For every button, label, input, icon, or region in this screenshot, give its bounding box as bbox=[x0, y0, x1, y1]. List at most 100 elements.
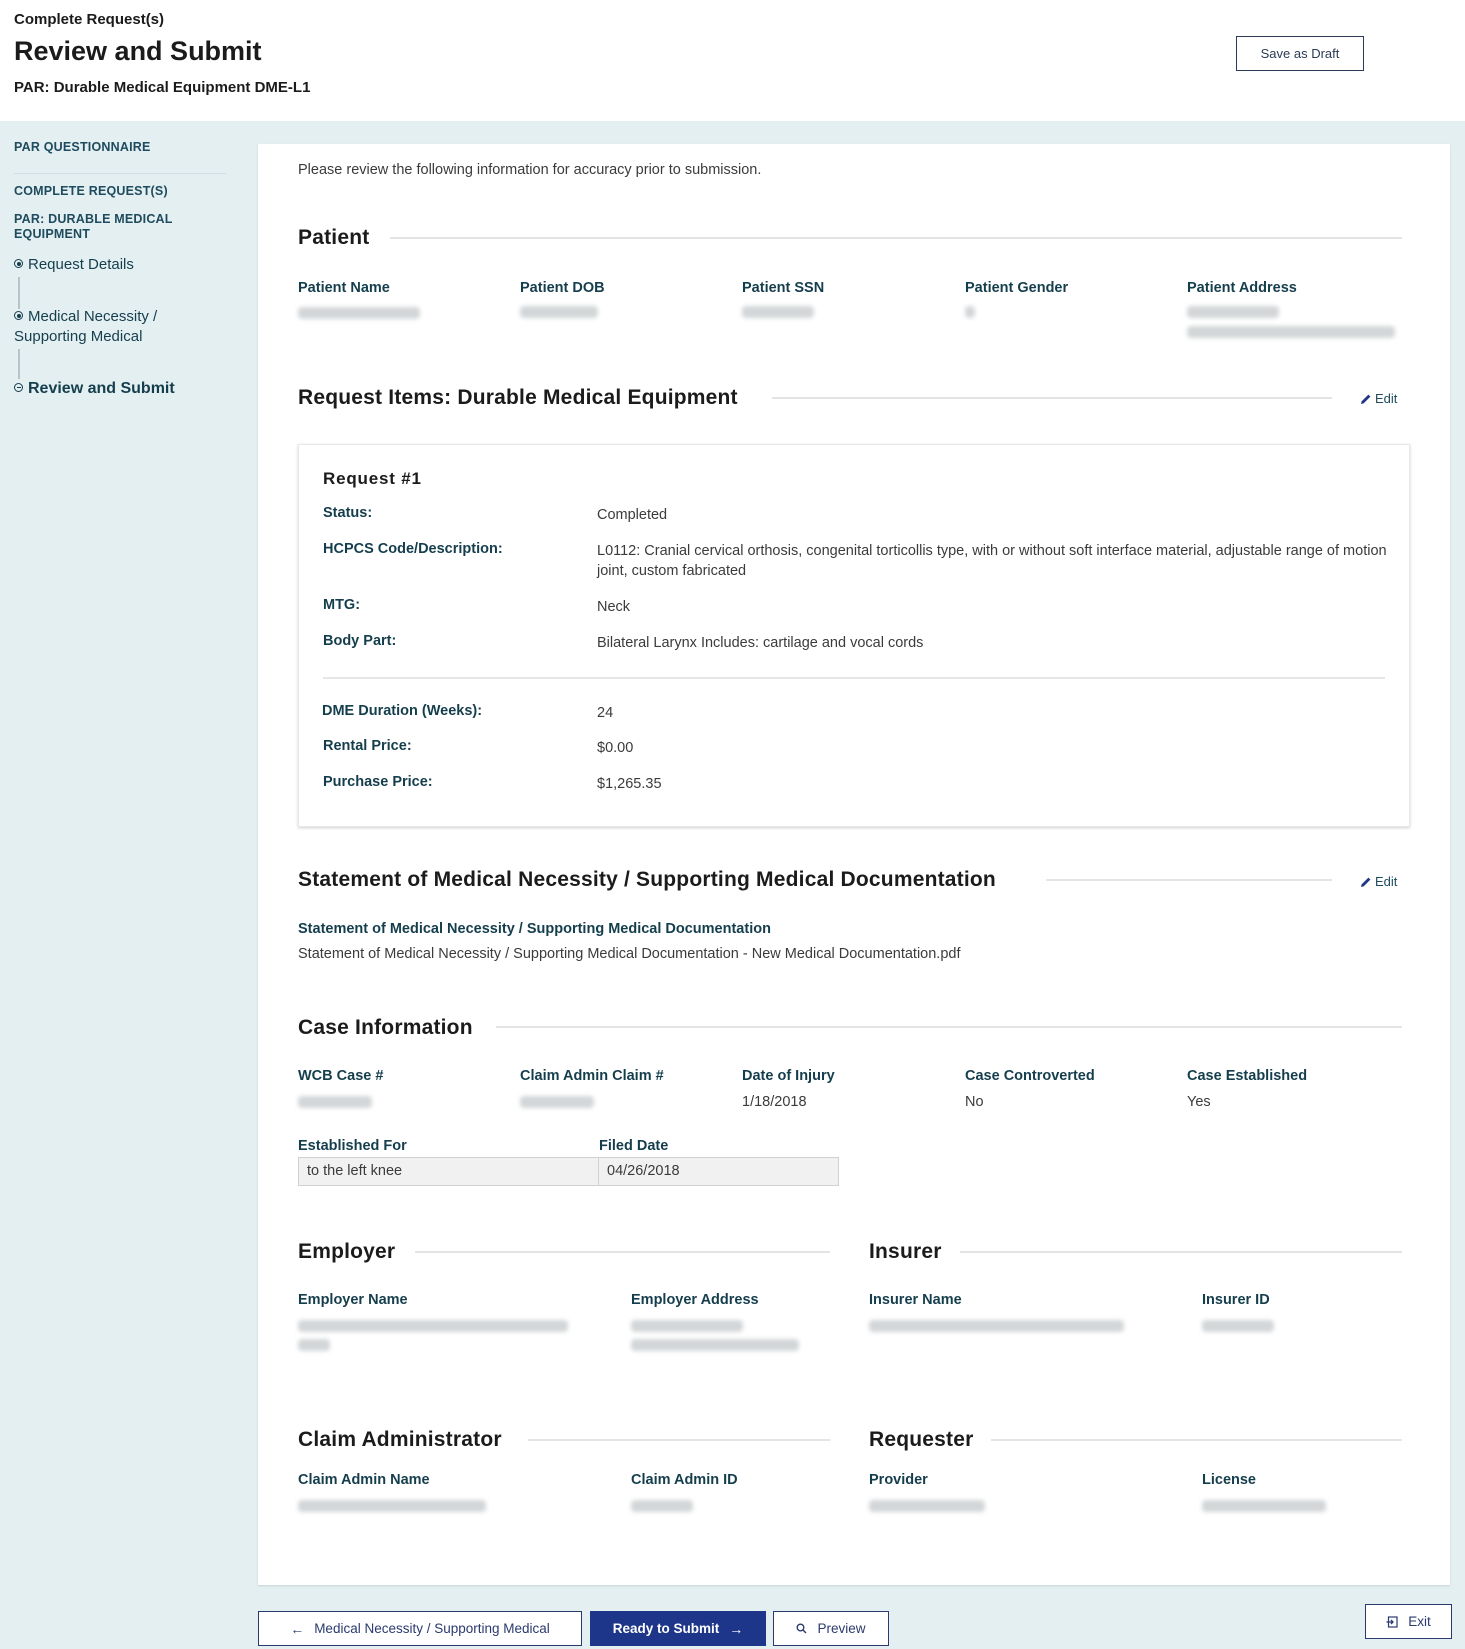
mtg-label: MTG: bbox=[323, 597, 361, 613]
provider-value-redacted bbox=[869, 1500, 985, 1512]
exit-button[interactable]: Exit bbox=[1365, 1604, 1452, 1639]
date-of-injury-label: Date of Injury bbox=[742, 1068, 835, 1084]
mtg-value: Neck bbox=[597, 599, 631, 615]
sidebar-step-medical-necessity[interactable]: Medical Necessity / Supporting Medical bbox=[14, 307, 204, 347]
header-eyebrow: Complete Request(s) bbox=[14, 11, 165, 28]
employer-name-value-redacted bbox=[298, 1339, 330, 1351]
status-label: Status: bbox=[323, 505, 373, 521]
step-label: Medical Necessity / Supporting Medical bbox=[14, 308, 158, 345]
patient-address-label: Patient Address bbox=[1187, 280, 1297, 296]
case-established-value: Yes bbox=[1187, 1094, 1211, 1110]
employer-address-label: Employer Address bbox=[631, 1292, 759, 1308]
insurer-name-value-redacted bbox=[869, 1320, 1124, 1332]
request-title: Request #1 bbox=[323, 469, 422, 488]
save-as-draft-button[interactable]: Save as Draft bbox=[1236, 36, 1364, 71]
filed-date-cell: 04/26/2018 bbox=[598, 1157, 839, 1186]
body-part-value: Bilateral Larynx Includes: cartilage and… bbox=[597, 635, 924, 651]
request-card: Request #1 Status: Completed HCPCS Code/… bbox=[298, 444, 1410, 827]
case-controverted-label: Case Controverted bbox=[965, 1068, 1095, 1084]
wcb-case-value-redacted bbox=[298, 1096, 372, 1108]
page-subtitle: PAR: Durable Medical Equipment DME-L1 bbox=[14, 79, 311, 96]
employer-address-value-redacted bbox=[631, 1339, 799, 1351]
sidebar-divider bbox=[14, 173, 226, 174]
section-rule bbox=[415, 1251, 830, 1253]
wcb-case-label: WCB Case # bbox=[298, 1068, 384, 1084]
dme-duration-value: 24 bbox=[597, 705, 614, 721]
preview-button[interactable]: Preview bbox=[773, 1611, 889, 1646]
case-info-section-title: Case Information bbox=[298, 1016, 473, 1039]
pencil-icon bbox=[1361, 394, 1371, 404]
patient-dob-label: Patient DOB bbox=[520, 280, 605, 296]
purchase-price-label: Purchase Price: bbox=[323, 774, 433, 790]
hcpcs-label: HCPCS Code/Description: bbox=[323, 541, 503, 557]
statement-document-link[interactable]: Statement of Medical Necessity / Support… bbox=[298, 946, 960, 962]
insurer-section-title: Insurer bbox=[869, 1240, 942, 1263]
review-card: Please review the following information … bbox=[258, 144, 1450, 1585]
intro-text: Please review the following information … bbox=[298, 162, 762, 178]
preview-button-label: Preview bbox=[817, 1621, 866, 1636]
submit-button-label: Ready to Submit bbox=[612, 1621, 720, 1636]
exit-button-label: Exit bbox=[1408, 1614, 1431, 1629]
patient-dob-value-redacted bbox=[520, 306, 598, 318]
claim-admin-section-title: Claim Administrator bbox=[298, 1428, 502, 1451]
patient-ssn-value-redacted bbox=[742, 306, 814, 318]
sidebar-link-par-dme[interactable]: PAR: DURABLE MEDICAL EQUIPMENT bbox=[14, 212, 214, 242]
insurer-id-label: Insurer ID bbox=[1202, 1292, 1270, 1308]
license-value-redacted bbox=[1202, 1500, 1326, 1512]
sidebar-step-review-submit[interactable]: Review and Submit bbox=[14, 379, 175, 399]
step-current-icon bbox=[14, 383, 23, 392]
step-label: Request Details bbox=[28, 256, 134, 273]
patient-ssn-label: Patient SSN bbox=[742, 280, 825, 296]
patient-name-value-redacted bbox=[298, 307, 420, 319]
patient-section-title: Patient bbox=[298, 226, 370, 249]
filed-date-header: Filed Date bbox=[599, 1138, 669, 1154]
section-rule bbox=[1046, 879, 1332, 881]
pencil-icon bbox=[1361, 877, 1371, 887]
edit-statement-link[interactable]: Edit bbox=[1360, 874, 1397, 889]
claim-admin-id-label: Claim Admin ID bbox=[631, 1472, 738, 1488]
claim-admin-name-label: Claim Admin Name bbox=[298, 1472, 430, 1488]
request-divider bbox=[323, 677, 1385, 679]
page-header: Complete Request(s) Review and Submit PA… bbox=[0, 0, 1465, 121]
rental-price-value: $0.00 bbox=[597, 740, 634, 756]
patient-gender-value-redacted bbox=[965, 306, 975, 318]
case-controverted-value: No bbox=[965, 1094, 984, 1110]
employer-address-value-redacted bbox=[631, 1320, 743, 1332]
section-rule bbox=[390, 237, 1402, 239]
edit-request-items-link[interactable]: Edit bbox=[1360, 391, 1397, 406]
back-button-label: Medical Necessity / Supporting Medical bbox=[314, 1621, 550, 1636]
page-title: Review and Submit bbox=[14, 36, 262, 66]
claim-admin-name-value-redacted bbox=[298, 1500, 486, 1512]
request-items-section-title: Request Items: Durable Medical Equipment bbox=[298, 386, 738, 409]
edit-label: Edit bbox=[1375, 391, 1398, 406]
edit-label: Edit bbox=[1375, 874, 1398, 889]
sidebar-step-request-details[interactable]: Request Details bbox=[14, 255, 134, 275]
step-complete-icon bbox=[14, 311, 23, 320]
established-for-cell: to the left knee bbox=[298, 1157, 599, 1186]
arrow-left-icon: ← bbox=[290, 1620, 305, 1637]
patient-name-label: Patient Name bbox=[298, 280, 390, 296]
insurer-id-value-redacted bbox=[1202, 1320, 1274, 1332]
insurer-name-label: Insurer Name bbox=[869, 1292, 962, 1308]
sidebar-link-complete-requests[interactable]: COMPLETE REQUEST(S) bbox=[14, 184, 168, 199]
sidebar-link-par-questionnaire[interactable]: PAR QUESTIONNAIRE bbox=[14, 140, 151, 155]
date-of-injury-value: 1/18/2018 bbox=[742, 1094, 807, 1110]
ready-to-submit-button[interactable]: Ready to Submit → bbox=[590, 1611, 766, 1646]
hcpcs-value: L0112: Cranial cervical orthosis, congen… bbox=[597, 543, 1387, 579]
employer-name-label: Employer Name bbox=[298, 1292, 408, 1308]
patient-address-value-redacted bbox=[1187, 326, 1395, 338]
claim-admin-claim-label: Claim Admin Claim # bbox=[520, 1068, 664, 1084]
rental-price-label: Rental Price: bbox=[323, 738, 412, 754]
body-part-label: Body Part: bbox=[323, 633, 397, 649]
requester-section-title: Requester bbox=[869, 1428, 974, 1451]
statement-label: Statement of Medical Necessity / Support… bbox=[298, 921, 771, 937]
status-value: Completed bbox=[597, 507, 668, 523]
step-connector bbox=[18, 349, 20, 379]
section-rule bbox=[528, 1439, 830, 1441]
established-for-header: Established For bbox=[298, 1138, 407, 1154]
arrow-right-icon: → bbox=[729, 1620, 744, 1637]
search-icon bbox=[796, 1623, 807, 1634]
step-label: Review and Submit bbox=[28, 380, 175, 397]
back-medical-necessity-button[interactable]: ← Medical Necessity / Supporting Medical bbox=[258, 1611, 582, 1646]
step-complete-icon bbox=[14, 259, 23, 268]
